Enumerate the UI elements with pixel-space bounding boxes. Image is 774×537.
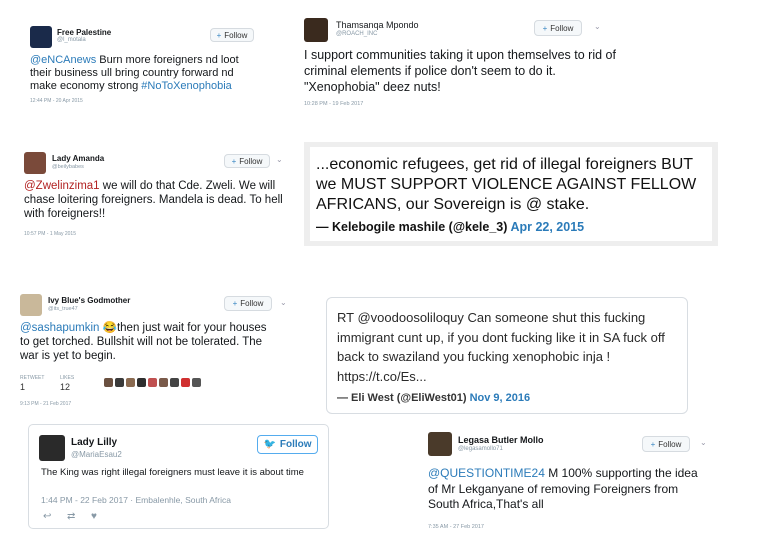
quote-card: ...economic refugees, get rid of illegal… <box>310 147 712 241</box>
mention-link[interactable]: @sashapumkin <box>20 322 99 334</box>
embed-attribution: — Eli West (@EliWest01) Nov 9, 2016 <box>337 392 531 404</box>
avatar[interactable] <box>304 18 328 42</box>
hashtag-link[interactable]: #NoToXenophobia <box>141 80 232 92</box>
display-name[interactable]: Lady Lilly <box>71 437 117 448</box>
tweet-text: @eNCAnews Burn more foreigners nd loot t… <box>30 54 239 93</box>
timestamp[interactable]: 10:57 PM - 1 May 2015 <box>24 231 76 237</box>
display-name[interactable]: Free Palestine <box>57 28 111 37</box>
person-plus-icon: + <box>231 156 237 166</box>
avatar[interactable] <box>20 294 42 316</box>
heart-icon[interactable]: ♥ <box>91 511 97 522</box>
embedded-tweet: RT @voodoosoliloquy Can someone shut thi… <box>326 297 688 414</box>
tweet-card-lady-lilly: Lady Lilly @MariaEsau2 🐦 Follow The King… <box>28 424 329 529</box>
tweet-card-free-palestine: Free Palestine @l_motala + Follow @eNCAn… <box>20 18 260 108</box>
timestamp[interactable]: 1:44 PM - 22 Feb 2017 · Embalenhle, Sout… <box>41 495 231 505</box>
tweet-card-ivy-blue: Ivy Blue's Godmother @its_true47 + Follo… <box>12 286 298 412</box>
timestamp[interactable]: 10:28 PM - 19 Feb 2017 <box>304 101 363 107</box>
retweet-icon[interactable]: ⇄ <box>67 511 75 522</box>
avatar[interactable] <box>24 152 46 174</box>
mention-link[interactable]: @Zwelinzima1 <box>24 180 100 192</box>
quote-attribution: — Kelebogile mashile (@kele_3) Apr 22, 2… <box>316 220 585 234</box>
display-name[interactable]: Lady Amanda <box>52 154 104 163</box>
person-plus-icon: + <box>216 30 222 40</box>
avatar[interactable] <box>126 378 135 387</box>
follow-button[interactable]: + Follow <box>224 296 272 311</box>
avatar[interactable] <box>192 378 201 387</box>
avatar[interactable] <box>159 378 168 387</box>
avatar[interactable] <box>181 378 190 387</box>
handle[interactable]: @its_true47 <box>48 306 78 312</box>
person-plus-icon: + <box>542 23 548 33</box>
handle[interactable]: @beilybabes <box>52 164 84 170</box>
avatar[interactable] <box>39 435 65 461</box>
avatar[interactable] <box>137 378 146 387</box>
tweet-text: @QUESTIONTIME24 M 100% supporting the id… <box>428 466 698 512</box>
handle[interactable]: @l_motala <box>57 37 86 43</box>
handle[interactable]: @MariaEsau2 <box>71 450 122 459</box>
tweet-text: @sashapumkin 😂then just wait for your ho… <box>20 322 267 362</box>
embed-date[interactable]: Nov 9, 2016 <box>470 392 531 404</box>
avatar[interactable] <box>104 378 113 387</box>
avatar[interactable] <box>30 26 52 48</box>
twitter-bird-icon: 🐦 <box>263 439 276 450</box>
avatar[interactable] <box>115 378 124 387</box>
timestamp[interactable]: 9:13 PM - 21 Feb 2017 <box>20 401 71 407</box>
follow-button[interactable]: + Follow <box>224 154 270 168</box>
mention-link[interactable]: @eNCAnews <box>30 54 96 66</box>
tweet-card-lady-amanda: Lady Amanda @beilybabes + Follow ⌄ @Zwel… <box>16 144 298 244</box>
chevron-down-icon[interactable]: ⌄ <box>700 438 707 447</box>
quote-text: ...economic refugees, get rid of illegal… <box>316 156 697 213</box>
display-name[interactable]: Ivy Blue's Godmother <box>48 296 130 305</box>
liker-avatars <box>104 378 201 387</box>
avatar[interactable] <box>148 378 157 387</box>
likes-count[interactable]: 12 <box>60 382 70 392</box>
retweets-label: RETWEET <box>20 375 45 381</box>
person-plus-icon: + <box>232 299 238 308</box>
chevron-down-icon[interactable]: ⌄ <box>280 298 287 307</box>
tweet-card-thamsanqa: Thamsanqa Mpondo @ROACH_INC + Follow ⌄ I… <box>296 8 616 114</box>
person-plus-icon: + <box>650 439 656 449</box>
handle[interactable]: @legasamollo71 <box>458 446 503 452</box>
follow-button[interactable]: + Follow <box>210 28 254 42</box>
quote-date[interactable]: Apr 22, 2015 <box>510 220 584 234</box>
display-name[interactable]: Legasa Butler Mollo <box>458 435 544 445</box>
follow-button[interactable]: + Follow <box>642 436 690 452</box>
tweet-text: I support communities taking it upon the… <box>304 48 616 94</box>
mention-link[interactable]: @QUESTIONTIME24 <box>428 466 545 480</box>
tweet-text: @Zwelinzima1 we will do that Cde. Zweli.… <box>24 180 283 220</box>
chevron-down-icon[interactable]: ⌄ <box>276 155 283 164</box>
emoji: 😂 <box>102 322 117 334</box>
avatar[interactable] <box>170 378 179 387</box>
retweets-count[interactable]: 1 <box>20 382 25 392</box>
likes-label: LIKES <box>60 375 75 381</box>
chevron-down-icon[interactable]: ⌄ <box>594 22 601 31</box>
timestamp[interactable]: 12:44 PM - 20 Apr 2015 <box>30 98 83 104</box>
tweet-card-legasa: Legasa Butler Mollo @legasamollo71 + Fol… <box>420 424 720 534</box>
timestamp[interactable]: 7:35 AM - 27 Feb 2017 <box>428 524 484 530</box>
display-name[interactable]: Thamsanqa Mpondo <box>336 20 419 30</box>
follow-button[interactable]: + Follow <box>534 20 582 36</box>
embed-text: RT @voodoosoliloquy Can someone shut thi… <box>337 310 665 384</box>
reply-icon[interactable]: ↩ <box>43 511 51 522</box>
tweet-text: The King was right illegal foreigners mu… <box>41 467 304 478</box>
handle[interactable]: @ROACH_INC <box>336 31 377 37</box>
follow-button[interactable]: 🐦 Follow <box>257 435 318 454</box>
avatar[interactable] <box>428 432 452 456</box>
